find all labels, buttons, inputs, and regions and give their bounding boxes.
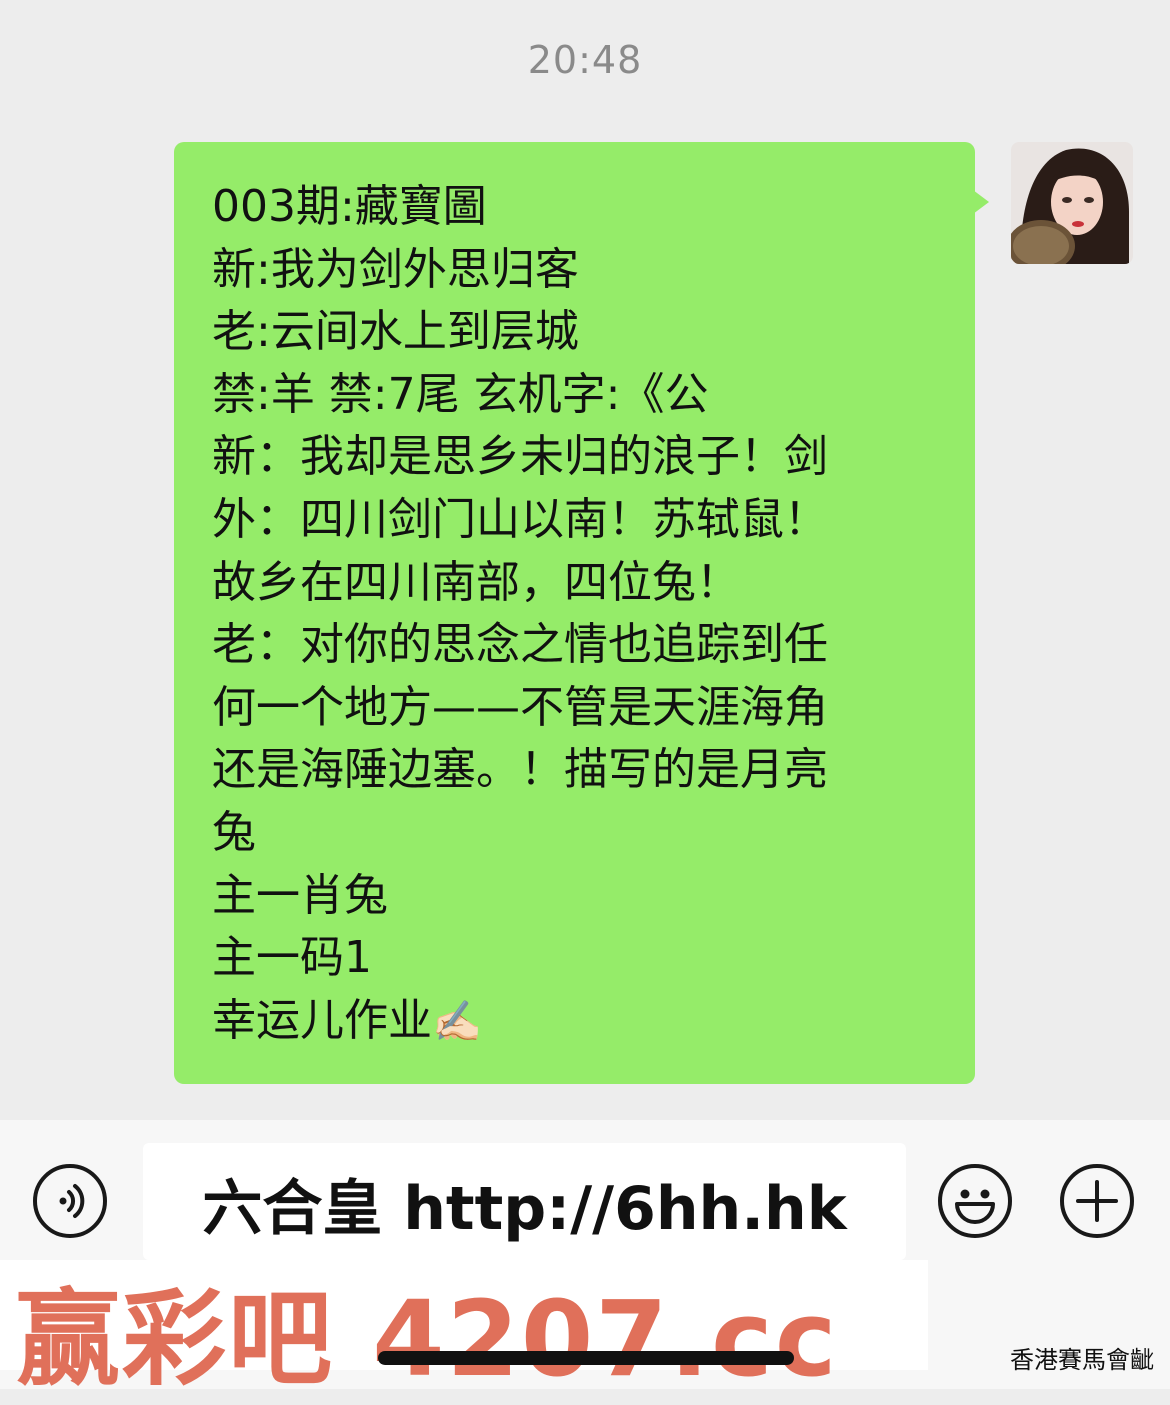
emoji-button[interactable] [938,1164,1012,1238]
writing-hand-icon: ✍🏻 [432,998,482,1045]
message-bubble[interactable]: 003期:藏寶圖 新:我为剑外思归客 老:云间水上到层城 禁:羊 禁:7尾 玄机… [174,142,975,1084]
message-timestamp: 20:48 [527,38,643,82]
message-line: 故乡在四川南部，四位兔！ [212,556,740,608]
message-line: 主一肖兔 [212,869,388,921]
corner-watermark: 香港賽馬會齜 [1010,1346,1154,1374]
message-line: 老:云间水上到层城 [212,306,579,358]
message-line: 新：我却是思乡未归的浪子！剑 [212,431,828,483]
plus-button[interactable] [1060,1164,1134,1238]
message-line: 何一个地方——不管是天涯海角 [212,681,828,733]
message-line: 外：四川剑门山以南！苏轼鼠！ [212,493,828,545]
message-line: 还是海陲边塞。！描写的是月亮 [212,744,828,796]
message-line-last: 幸运儿作业✍🏻 [212,990,945,1054]
voice-icon [59,1184,85,1218]
message-input-value: 六合皇 http://6hh.hk [202,1174,847,1244]
message-line: 003期:藏寶圖 [212,181,487,232]
bubble-tail [973,190,989,214]
home-indicator[interactable] [378,1351,794,1365]
message-line: 老：对你的思念之情也追踪到任 [212,619,828,671]
avatar[interactable] [1011,142,1133,264]
message-line: 主一码1 [212,932,372,984]
voice-button[interactable] [33,1164,107,1238]
watermark-text: 赢彩吧 4207.cc [16,1278,839,1400]
message-line-text: 幸运儿作业 [212,994,432,1046]
plus-icon [1076,1180,1118,1222]
message-line: 新:我为剑外思归客 [212,243,579,295]
message-line: 禁:羊 禁:7尾 玄机字:《公 [212,368,709,420]
message-line: 兔 [212,806,256,858]
emoji-icon [955,1189,995,1224]
